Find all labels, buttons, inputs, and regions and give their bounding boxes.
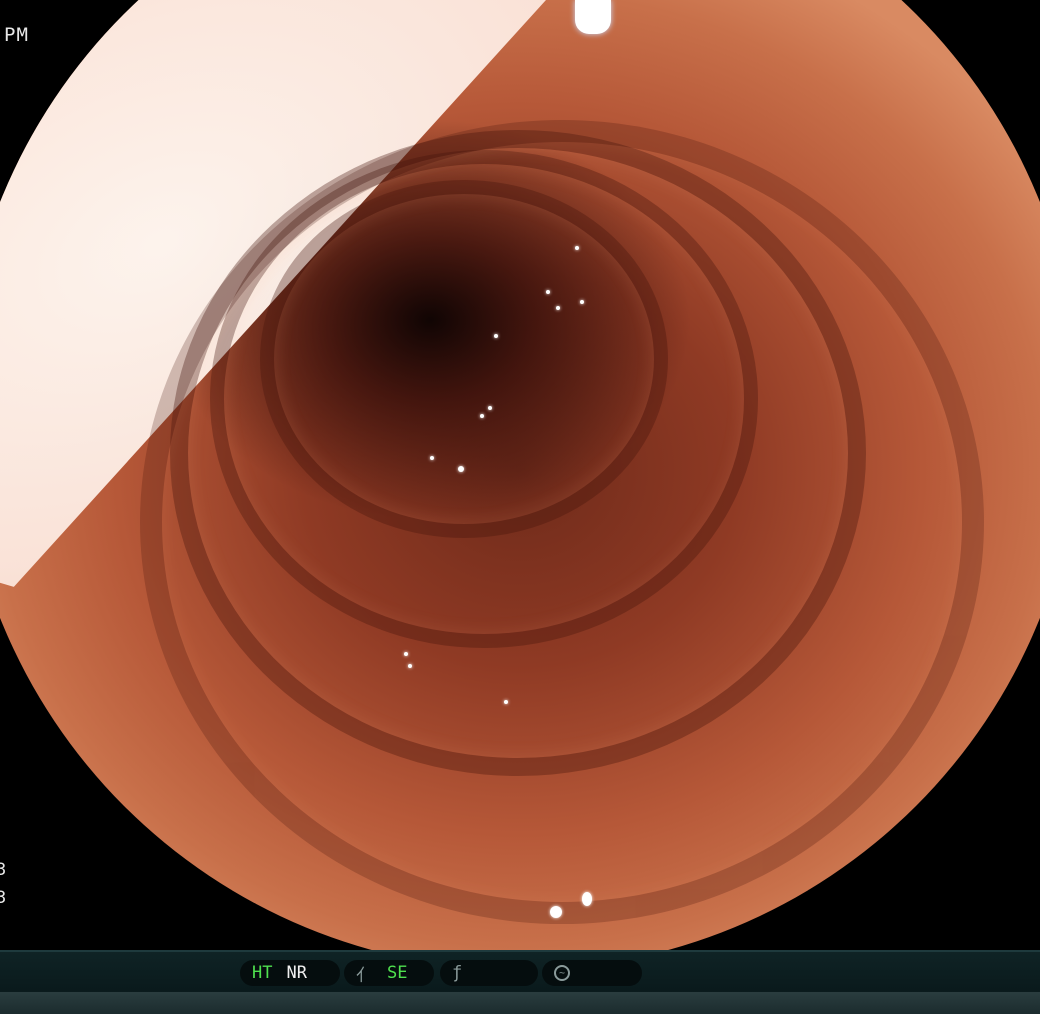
status-strip (0, 992, 1040, 1014)
function-indicator: ƒ (440, 960, 538, 986)
specular-highlight (580, 300, 584, 304)
ht-nr-indicator: HT NR (240, 960, 340, 986)
specular-highlight (504, 700, 508, 704)
specular-highlight (494, 334, 498, 338)
structure-enhance-icon: ⺅ (356, 965, 373, 986)
se-indicator: ⺅ SE (344, 960, 434, 986)
specular-highlight (488, 406, 492, 410)
side-info-digit: 3 (0, 888, 8, 908)
se-label: SE (387, 963, 408, 983)
specular-highlight (556, 306, 560, 310)
specular-highlight (458, 466, 464, 472)
specular-highlight (575, 246, 579, 250)
endoscopic-image (0, 0, 1040, 970)
function-icon: ƒ (452, 963, 463, 983)
specular-highlight (430, 456, 434, 460)
side-info-digit: 3 (0, 860, 8, 880)
status-bar: HT NR ⺅ SE ƒ ~ (0, 950, 1040, 1014)
time-suffix-label: PM (4, 24, 29, 46)
lumen-ring (140, 120, 984, 924)
specular-highlight (550, 906, 562, 918)
nr-label: NR (286, 963, 307, 983)
specular-highlight (480, 414, 484, 418)
endoscopy-frame: PM 3 3 HT NR ⺅ SE ƒ ~ (0, 0, 1040, 1014)
specular-highlight (408, 664, 412, 668)
waveform-icon: ~ (554, 965, 570, 981)
ht-label: HT (252, 963, 273, 983)
waveform-indicator: ~ (542, 960, 642, 986)
specular-highlight (546, 290, 550, 294)
specular-highlight (582, 892, 592, 906)
specular-highlight (404, 652, 408, 656)
light-glare (575, 0, 611, 34)
